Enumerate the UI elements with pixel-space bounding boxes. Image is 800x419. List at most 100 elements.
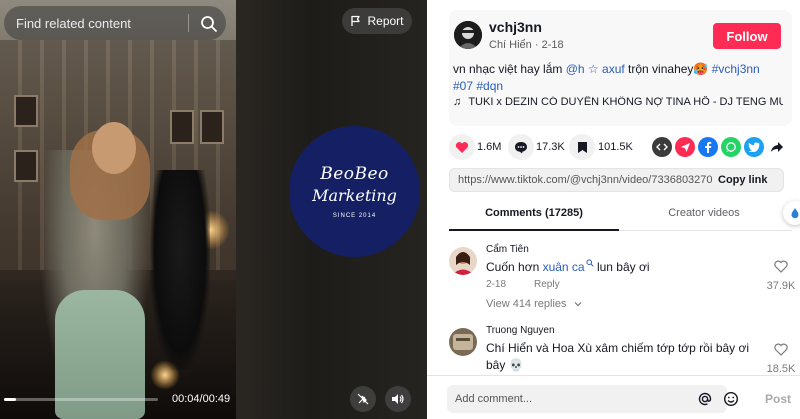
flag-icon	[351, 15, 361, 26]
tab-active-indicator	[449, 229, 619, 231]
desc-text: vn nhạc việt hay lắm	[453, 62, 566, 76]
video-frame[interactable]	[0, 0, 236, 419]
comment-text-part: Cuốn hơn	[486, 260, 543, 274]
comment-tabs: Comments (17285) Creator videos	[449, 201, 792, 231]
tab-creator-videos[interactable]: Creator videos	[619, 207, 789, 219]
whatsapp-share-button[interactable]	[721, 137, 741, 157]
music-title: TUKI x DEZIN CÓ DUYÊN KHÔNG NỢ TINA HỒ -…	[468, 96, 783, 108]
hashtag-link[interactable]: #07	[453, 79, 473, 93]
comment-item: Truong Nguyen Chí Hiển và Hoa Xù xâm chi…	[449, 325, 795, 375]
avatar-image	[454, 21, 482, 49]
desc-text: trộn vinahey🥵	[624, 62, 712, 76]
related-search-input[interactable]	[16, 15, 176, 31]
music-link[interactable]: ♫ TUKI x DEZIN CÓ DUYÊN KHÔNG NỢ TINA HỒ…	[453, 96, 783, 108]
at-icon[interactable]	[697, 391, 713, 407]
float-mode-icon	[357, 393, 369, 405]
post-description: vn nhạc việt hay lắm @h ☆ axuf trộn vina…	[453, 61, 783, 95]
author-avatar[interactable]	[454, 21, 482, 49]
bookmark-icon	[577, 141, 587, 153]
view-replies-label: View 414 replies	[486, 298, 567, 310]
avatar-image	[449, 328, 477, 356]
comment-count: 17.3K	[536, 141, 565, 153]
comment-item: Cẩm Tiên Cuốn hơn xuân ca lun bây ơi 2-1…	[449, 244, 795, 314]
hashtag-link[interactable]: #dqn	[476, 79, 503, 93]
commenter-name[interactable]: Truong Nguyen	[486, 325, 555, 336]
app-root: Report BeoBeo Marketing SINCE 2014 00:04…	[0, 0, 800, 419]
heart-outline-icon	[774, 343, 788, 356]
copy-link-button[interactable]: Copy link	[718, 174, 768, 186]
report-button[interactable]: Report	[342, 8, 412, 34]
share-link-box: https://www.tiktok.com/@vchj3nn/video/73…	[449, 168, 784, 192]
share-arrow-icon	[771, 142, 783, 152]
chevron-down-icon	[574, 302, 582, 307]
twitter-icon	[748, 142, 760, 152]
comment-input[interactable]	[447, 385, 727, 413]
like-count: 1.6M	[477, 141, 502, 153]
comment-like-button[interactable]: 18.5K	[766, 343, 796, 375]
hashtag-link[interactable]: #vchj3nn	[712, 62, 760, 76]
separator-dot: ·	[534, 39, 542, 51]
search-icon[interactable]	[200, 15, 218, 33]
comment-button[interactable]	[508, 134, 534, 160]
video-progress-fill	[4, 398, 17, 401]
action-bar: 1.6M 17.3K 101.5K	[449, 134, 792, 160]
avatar-image	[449, 247, 477, 275]
video-progress-bar[interactable]	[4, 398, 158, 401]
search-divider	[188, 14, 189, 32]
brand-watermark-logo: BeoBeo Marketing SINCE 2014	[289, 126, 420, 257]
follow-button[interactable]: Follow	[713, 23, 781, 49]
author-username[interactable]: vchj3nn	[489, 19, 542, 35]
send-to-friends-button[interactable]	[675, 137, 695, 157]
save-count: 101.5K	[598, 141, 633, 153]
video-scene-head	[92, 122, 136, 174]
video-player[interactable]: Report BeoBeo Marketing SINCE 2014 00:04…	[0, 0, 427, 419]
comment-text-part: lun bây ơi	[593, 260, 650, 274]
post-comment-button[interactable]: Post	[765, 392, 791, 406]
floating-helper-button[interactable]	[783, 201, 800, 225]
facebook-icon	[705, 141, 712, 153]
video-scene-window	[14, 95, 38, 127]
speaker-icon	[392, 394, 404, 404]
comment-text: Cuốn hơn xuân ca lun bây ơi	[486, 259, 754, 276]
embed-button[interactable]	[652, 137, 672, 157]
facebook-share-button[interactable]	[698, 137, 718, 157]
related-search-box[interactable]	[4, 6, 226, 40]
volume-button[interactable]	[385, 386, 411, 412]
reply-button[interactable]: Reply	[534, 279, 560, 290]
commenter-avatar[interactable]	[449, 328, 477, 356]
save-button[interactable]	[569, 134, 595, 160]
float-mode-button[interactable]	[350, 386, 376, 412]
comment-keyword-link[interactable]: xuân ca	[543, 260, 585, 274]
like-button[interactable]	[449, 134, 475, 160]
comment-like-button[interactable]: 37.9K	[766, 260, 796, 292]
comment-like-count: 18.5K	[766, 363, 796, 375]
view-replies-button[interactable]: View 414 replies	[486, 298, 582, 310]
drop-icon	[791, 208, 799, 219]
comment-date: 2-18	[486, 279, 507, 290]
video-url[interactable]: https://www.tiktok.com/@vchj3nn/video/73…	[458, 174, 712, 186]
logo-line-1: BeoBeo	[320, 164, 389, 184]
post-date: 2-18	[541, 39, 564, 51]
search-icon	[586, 259, 594, 267]
video-time: 00:04/00:49	[172, 393, 231, 405]
twitter-share-button[interactable]	[744, 137, 764, 157]
commenter-name[interactable]: Cẩm Tiên	[486, 244, 529, 255]
embed-icon	[656, 143, 668, 151]
comment-composer: Post	[427, 375, 800, 419]
video-scene-window	[200, 110, 224, 144]
logo-line-2: Marketing	[312, 186, 397, 205]
music-note-icon: ♫	[453, 96, 462, 108]
desc-mention-link[interactable]: @h ☆ axuf	[566, 62, 625, 76]
comment-icon	[515, 141, 527, 153]
video-scene-person	[150, 170, 210, 370]
author-subline: Chí Hiển · 2-18	[489, 39, 564, 51]
more-share-button[interactable]	[767, 137, 787, 157]
logo-line-3: SINCE 2014	[332, 213, 377, 219]
whatsapp-icon	[726, 142, 736, 152]
emoji-icon[interactable]	[723, 391, 739, 407]
commenter-avatar[interactable]	[449, 247, 477, 275]
tab-comments[interactable]: Comments (17285)	[449, 207, 619, 219]
send-icon	[680, 142, 690, 152]
heart-icon	[455, 141, 469, 153]
heart-outline-icon	[774, 260, 788, 273]
